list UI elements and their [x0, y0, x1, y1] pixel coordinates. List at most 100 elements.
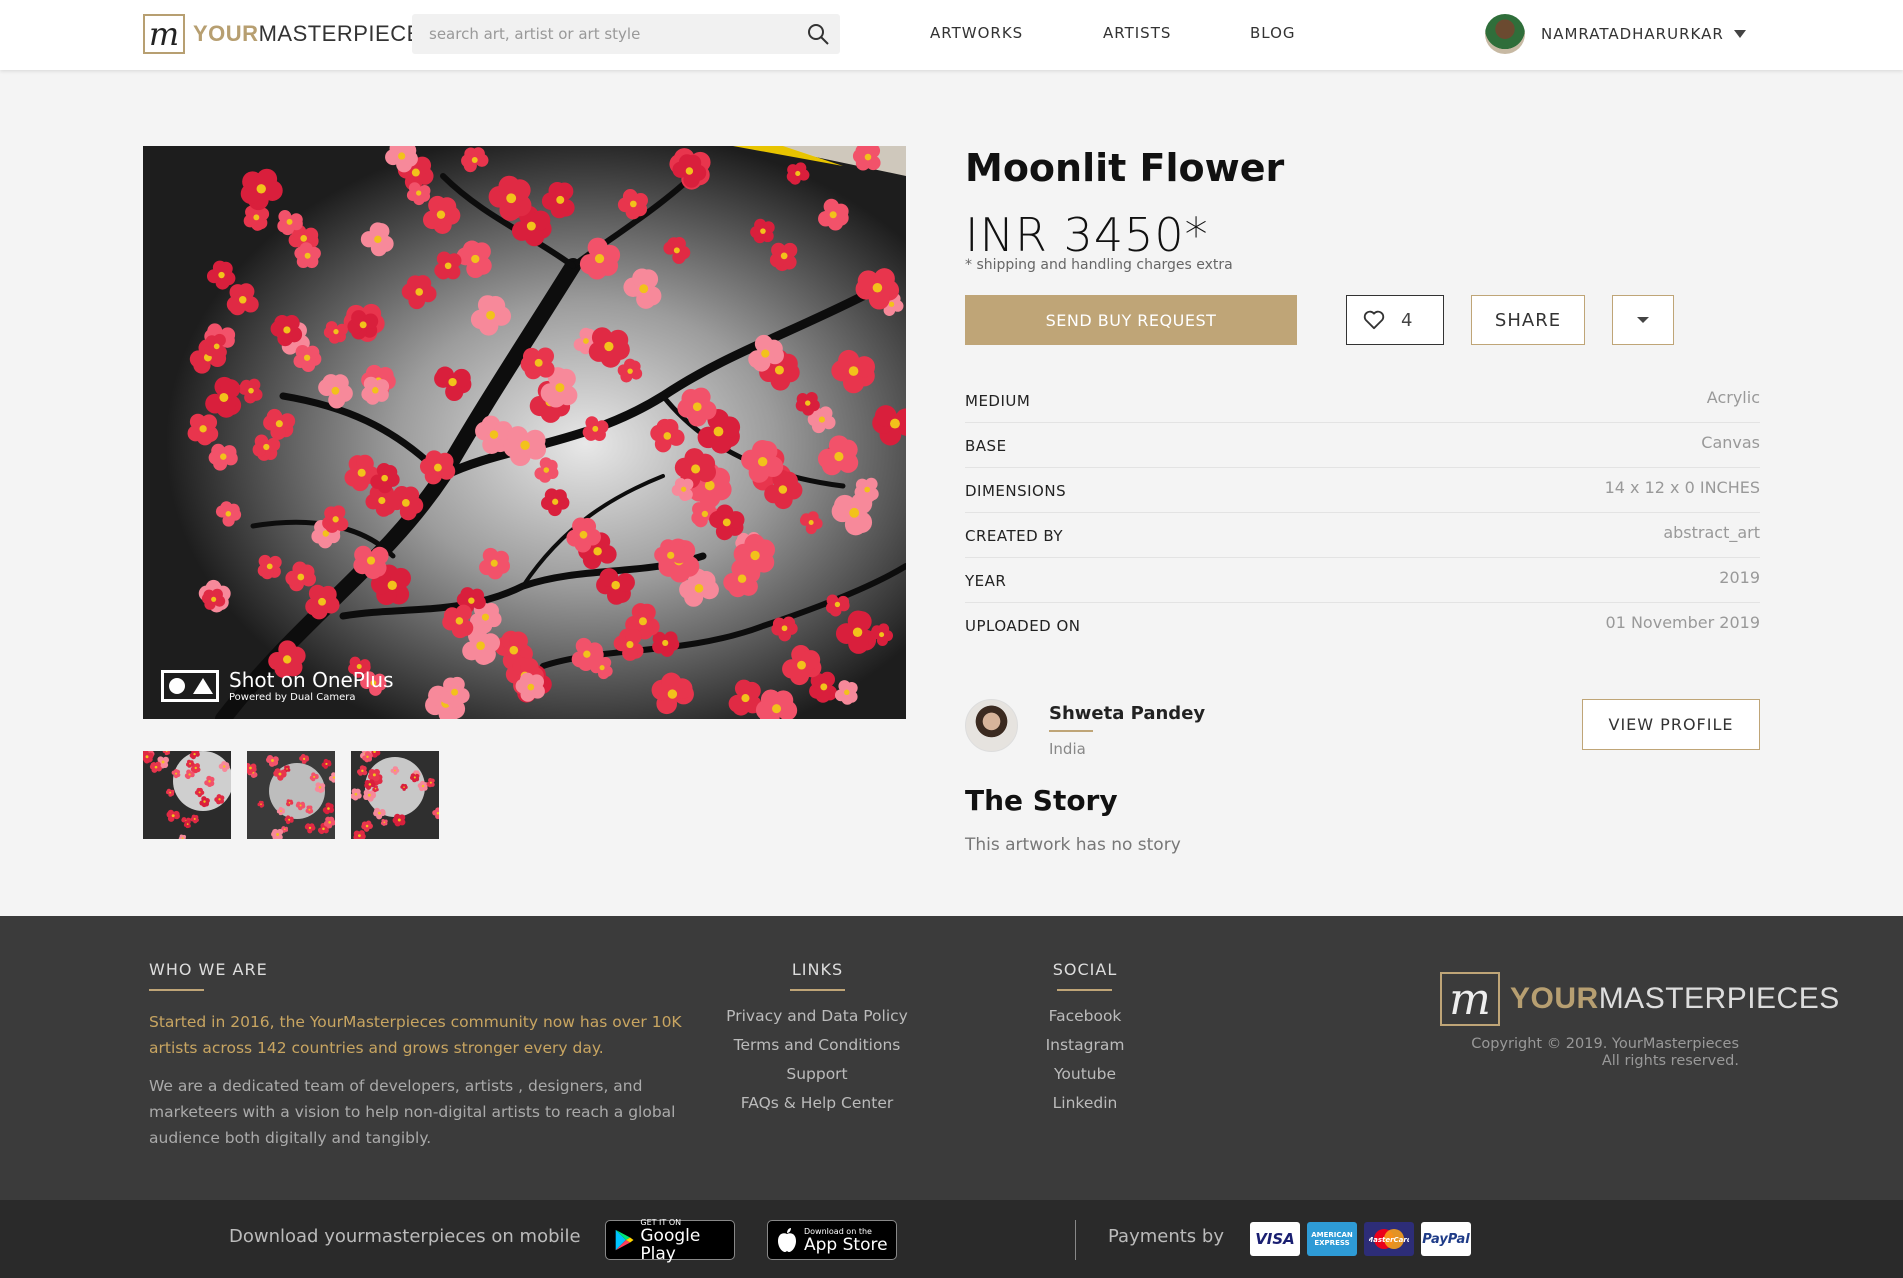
copyright: Copyright © 2019. YourMasterpieces All r… — [1400, 1036, 1739, 1070]
paypal-card-icon: PayPal — [1421, 1222, 1471, 1256]
footer-link-terms[interactable]: Terms and Conditions — [717, 1036, 917, 1065]
spec-row-medium: MEDIUM Acrylic — [965, 378, 1760, 423]
footer-logo: m YOURMASTERPIECES — [1440, 972, 1840, 1026]
camera-icon — [161, 669, 219, 702]
search-bar — [412, 14, 840, 54]
spec-table: MEDIUM Acrylic BASE Canvas DIMENSIONS 14… — [965, 378, 1760, 648]
artwork-title: Moonlit Flower — [965, 146, 1285, 190]
footer-social-youtube[interactable]: Youtube — [1025, 1065, 1145, 1094]
search-input[interactable] — [412, 25, 796, 43]
spec-label: DIMENSIONS — [965, 482, 1067, 500]
spec-value: Canvas — [1701, 433, 1760, 452]
footer-who-text: We are a dedicated team of developers, a… — [149, 1077, 676, 1147]
send-buy-request-button[interactable]: SEND BUY REQUEST — [965, 295, 1297, 345]
spec-label: CREATED BY — [965, 527, 1064, 545]
artist-avatar[interactable] — [965, 699, 1018, 752]
google-play-badge[interactable]: GET IT ON Google Play — [605, 1218, 735, 1264]
artist-name[interactable]: Shweta Pandey — [1049, 703, 1205, 724]
spec-row-uploaded-on: UPLOADED ON 01 November 2019 — [965, 603, 1760, 648]
footer-divider — [149, 989, 204, 991]
bottom-bar-divider — [1075, 1220, 1076, 1260]
painting-blossom — [520, 347, 555, 380]
spec-value: Acrylic — [1706, 388, 1760, 407]
footer-social-instagram[interactable]: Instagram — [1025, 1036, 1145, 1065]
painting-blossom — [314, 782, 326, 793]
username: NAMRATADHARURKAR — [1541, 25, 1724, 43]
footer-divider — [790, 989, 845, 991]
user-avatar — [1485, 14, 1525, 54]
logo-mark-icon: m — [143, 14, 185, 54]
watermark: Shot on OnePlus Powered by Dual Camera — [161, 668, 394, 703]
view-profile-button[interactable]: VIEW PROFILE — [1582, 699, 1760, 750]
payments-text: Payments by — [1108, 1226, 1224, 1247]
amex-card-icon: AMERICAN EXPRESS — [1307, 1222, 1357, 1256]
price-note: * shipping and handling charges extra — [965, 257, 1233, 273]
footer-link-support[interactable]: Support — [717, 1065, 917, 1094]
artist-country: India — [1049, 740, 1086, 758]
painting-blossom — [257, 554, 282, 580]
like-button[interactable]: 4 — [1346, 295, 1444, 345]
more-options-button[interactable] — [1612, 295, 1674, 345]
chevron-down-icon — [1733, 30, 1746, 38]
footer-social-facebook[interactable]: Facebook — [1025, 1007, 1145, 1036]
app-store-badge[interactable]: Download on the App Store — [767, 1220, 897, 1260]
footer-social: Facebook Instagram Youtube Linkedin — [1025, 1007, 1145, 1123]
thumbnail-strip — [143, 751, 439, 839]
share-button[interactable]: SHARE — [1471, 295, 1585, 345]
logo-word-masterpieces: MASTERPIECES — [258, 21, 437, 46]
heart-icon — [1363, 310, 1385, 330]
copyright-line: All rights reserved. — [1601, 1053, 1739, 1069]
like-count: 4 — [1401, 309, 1413, 331]
watermark-sub: Powered by Dual Camera — [229, 692, 356, 703]
spec-row-created-by: CREATED BY abstract_art — [965, 513, 1760, 558]
nav-artworks[interactable]: ARTWORKS — [930, 24, 1023, 42]
footer-links: Privacy and Data Policy Terms and Condit… — [717, 1007, 917, 1123]
site-logo[interactable]: m YOURMASTERPIECES — [143, 14, 437, 54]
mastercard-card-icon: MasterCard — [1364, 1222, 1414, 1256]
logo-word-masterpieces: MASTERPIECES — [1598, 982, 1840, 1015]
spec-row-dimensions: DIMENSIONS 14 x 12 x 0 INCHES — [965, 468, 1760, 513]
artwork-image[interactable]: Shot on OnePlus Powered by Dual Camera — [143, 146, 906, 719]
footer-link-privacy[interactable]: Privacy and Data Policy — [717, 1007, 917, 1036]
search-icon[interactable] — [796, 14, 840, 54]
google-play-icon — [615, 1229, 634, 1251]
spec-label: MEDIUM — [965, 392, 1031, 410]
watermark-title: Shot on OnePlus — [229, 668, 394, 692]
footer-divider — [1057, 989, 1112, 991]
footer-social-title: SOCIAL — [1052, 960, 1118, 979]
google-badge-big: Google Play — [640, 1225, 701, 1264]
user-menu[interactable]: NAMRATADHARURKAR — [1485, 14, 1746, 54]
spec-row-base: BASE Canvas — [965, 423, 1760, 468]
spec-label: BASE — [965, 437, 1007, 455]
spec-value: 01 November 2019 — [1605, 613, 1760, 632]
painting-blossom — [271, 828, 284, 839]
artwork-price: INR 3450* — [965, 208, 1209, 262]
painting-blossom — [347, 310, 379, 340]
logo-word-your: YOUR — [193, 21, 259, 46]
painting-blossom — [361, 376, 390, 405]
mastercard-label: MasterCard — [1369, 1236, 1409, 1244]
footer-who-title: WHO WE ARE — [149, 960, 268, 979]
spec-label: UPLOADED ON — [965, 617, 1081, 635]
story-title: The Story — [965, 784, 1118, 817]
thumbnail-1[interactable] — [143, 751, 231, 839]
logo-word-your: YOUR — [1510, 982, 1599, 1015]
chevron-down-icon — [1637, 317, 1649, 323]
nav-blog[interactable]: BLOG — [1250, 24, 1296, 42]
footer-who-highlight: Started in 2016, the YourMasterpieces co… — [149, 1013, 682, 1057]
painting-blossom — [367, 768, 380, 782]
visa-card-icon: VISA — [1250, 1222, 1300, 1256]
story-text: This artwork has no story — [965, 835, 1181, 855]
thumbnail-3[interactable] — [351, 751, 439, 839]
painting-blossom — [434, 251, 462, 280]
apple-icon — [778, 1228, 796, 1252]
spec-value: abstract_art — [1663, 523, 1760, 542]
copyright-line: Copyright © 2019. YourMasterpieces — [1471, 1036, 1739, 1052]
spec-value: 2019 — [1719, 568, 1760, 587]
footer-links-title: LINKS — [791, 960, 844, 979]
download-text: Download yourmasterpieces on mobile — [229, 1226, 581, 1247]
footer-link-faqs[interactable]: FAQs & Help Center — [717, 1094, 917, 1123]
footer-social-linkedin[interactable]: Linkedin — [1025, 1094, 1145, 1123]
thumbnail-2[interactable] — [247, 751, 335, 839]
nav-artists[interactable]: ARTISTS — [1103, 24, 1171, 42]
